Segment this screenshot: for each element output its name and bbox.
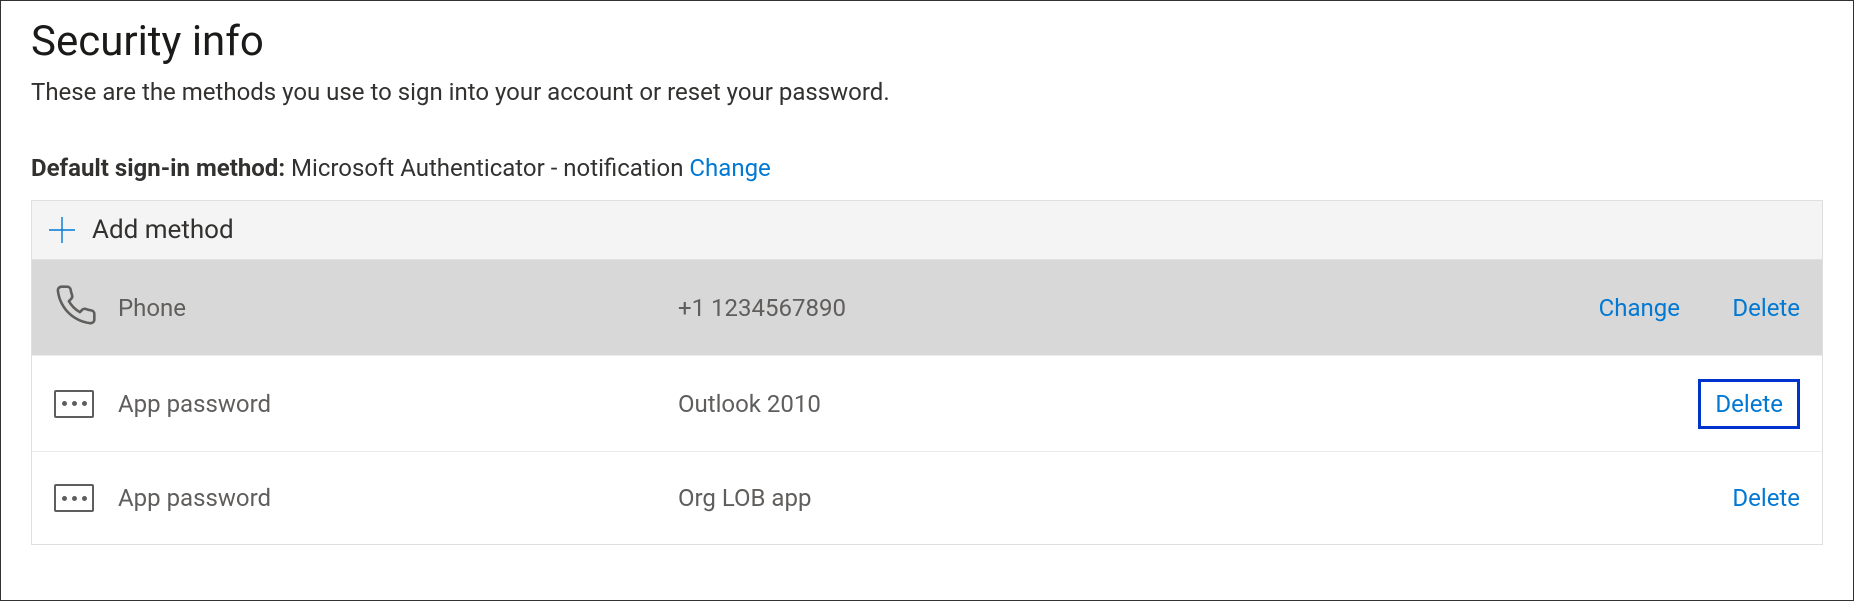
method-delete-link[interactable]: Delete: [1680, 379, 1800, 429]
method-name: App password: [118, 390, 678, 418]
add-method-label: Add method: [92, 215, 234, 245]
change-default-method-link[interactable]: Change: [689, 154, 770, 182]
method-row-app-password-2[interactable]: App password Org LOB app Delete: [32, 452, 1822, 544]
method-detail: Org LOB app: [678, 484, 1500, 512]
page-title: Security info: [31, 17, 1823, 66]
security-methods-table: Add method Phone +1 1234567890 Change De…: [31, 200, 1823, 545]
phone-icon: [54, 283, 118, 333]
default-method-label: Default sign-in method:: [31, 154, 285, 182]
page-subtitle: These are the methods you use to sign in…: [31, 78, 1823, 106]
method-delete-link[interactable]: Delete: [1680, 294, 1800, 322]
method-delete-link[interactable]: Delete: [1680, 484, 1800, 512]
method-row-app-password-1[interactable]: App password Outlook 2010 Delete: [32, 356, 1822, 452]
add-method-button[interactable]: Add method: [32, 201, 1822, 260]
method-change-link[interactable]: Change: [1500, 294, 1680, 322]
method-row-phone[interactable]: Phone +1 1234567890 Change Delete: [32, 260, 1822, 356]
method-delete-highlighted[interactable]: Delete: [1698, 379, 1800, 429]
password-icon: [54, 484, 118, 512]
default-sign-in-method-row: Default sign-in method: Microsoft Authen…: [31, 154, 1823, 182]
method-detail: +1 1234567890: [678, 294, 1500, 322]
plus-icon: [48, 216, 76, 244]
password-icon: [54, 390, 118, 418]
method-name: Phone: [118, 294, 678, 322]
method-detail: Outlook 2010: [678, 390, 1500, 418]
method-name: App password: [118, 484, 678, 512]
default-method-value-text: Microsoft Authenticator - notification: [291, 154, 683, 182]
